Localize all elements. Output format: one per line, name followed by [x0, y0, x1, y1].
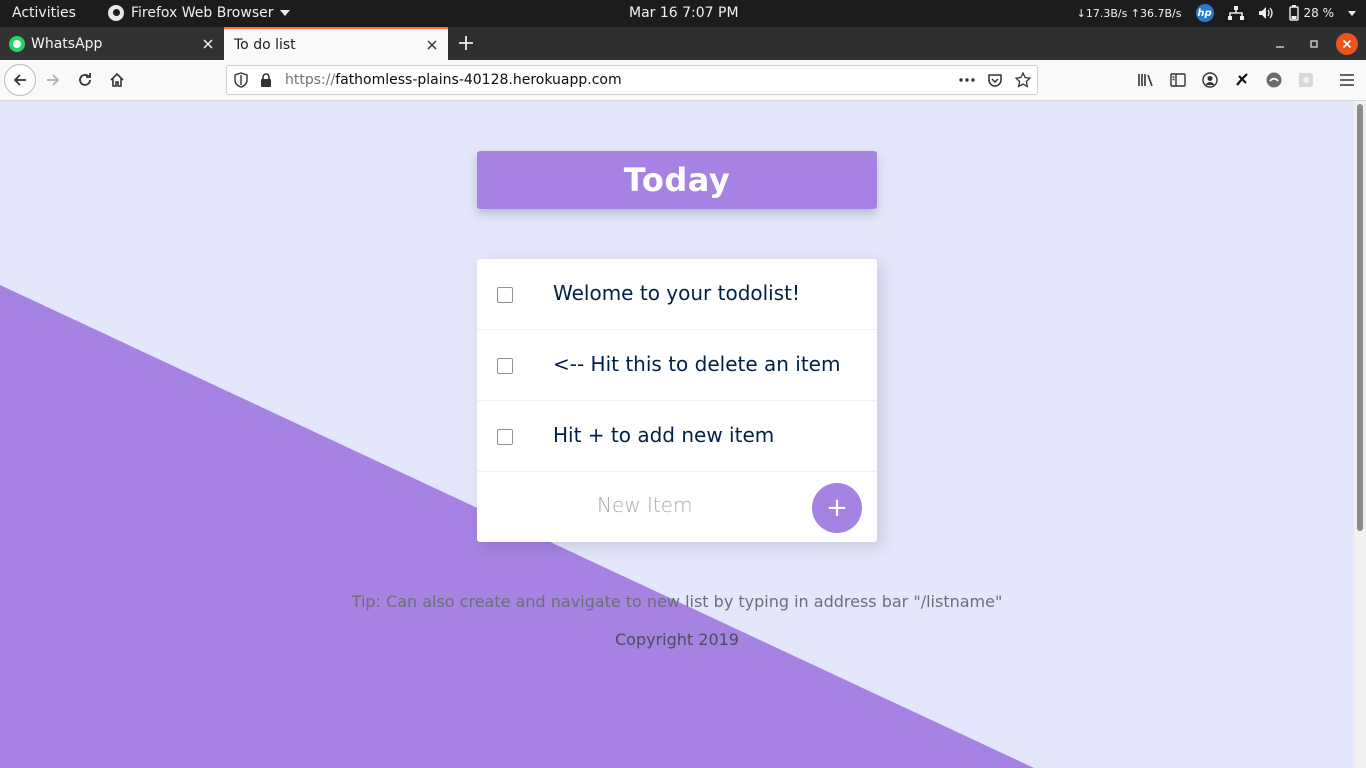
home-icon: [110, 72, 124, 87]
close-tab-icon[interactable]: [420, 33, 444, 57]
network-speed: ↓17.3B/s ↑36.7B/s: [1076, 6, 1182, 20]
reload-icon: [79, 73, 91, 86]
extension-icon[interactable]: [1231, 69, 1253, 91]
page-scrollbar[interactable]: [1354, 101, 1366, 768]
list-item: Welome to your todolist!: [477, 259, 877, 330]
network-icon: [1227, 5, 1244, 21]
tip-text: Tip: Can also create and navigate to new…: [351, 592, 1003, 611]
volume-icon: [1258, 5, 1274, 21]
app-menu[interactable]: Firefox Web Browser: [108, 5, 290, 21]
address-bar[interactable]: https://fathomless-plains-40128.herokuap…: [226, 65, 1038, 95]
battery-indicator: 28 %: [1288, 5, 1335, 21]
tracking-shield-icon[interactable]: [230, 69, 252, 91]
item-text: Hit + to add new item: [553, 423, 775, 447]
hamburger-menu-icon[interactable]: [1336, 69, 1358, 91]
battery-icon: [1288, 5, 1299, 21]
sidebar-icon[interactable]: [1167, 69, 1189, 91]
minimize-button[interactable]: [1268, 27, 1292, 60]
page-actions-icon[interactable]: [953, 69, 981, 91]
restore-button[interactable]: [1302, 27, 1326, 60]
list-item: <-- Hit this to delete an item: [477, 330, 877, 401]
item-text: <-- Hit this to delete an item: [553, 352, 841, 376]
chevron-down-icon: [1348, 10, 1356, 16]
list-item: Hit + to add new item: [477, 401, 877, 472]
forward-arrow-icon: [47, 74, 60, 86]
status-area[interactable]: ↓17.3B/s ↑36.7B/s hp 28 %: [1077, 4, 1356, 22]
back-button[interactable]: [4, 64, 36, 96]
battery-percent: 28 %: [1303, 6, 1335, 20]
todo-list: Welome to your todolist! <-- Hit this to…: [477, 259, 877, 542]
hp-icon[interactable]: hp: [1195, 4, 1214, 22]
lock-icon[interactable]: [255, 69, 277, 91]
new-tab-button[interactable]: [454, 31, 478, 55]
app-menu-label: Firefox Web Browser: [131, 5, 274, 21]
extension-circle-icon[interactable]: [1263, 69, 1285, 91]
delete-checkbox[interactable]: [497, 287, 513, 303]
tab-strip: WhatsApp To do list: [0, 27, 1366, 60]
activities-button[interactable]: Activities: [12, 5, 76, 21]
back-arrow-icon: [13, 74, 26, 86]
extension-grid-icon[interactable]: [1295, 69, 1317, 91]
home-button[interactable]: [102, 65, 132, 95]
clock[interactable]: Mar 16 7:07 PM: [629, 5, 739, 21]
firefox-icon: [108, 5, 124, 21]
tab-title: To do list: [234, 36, 296, 53]
scrollbar-thumb[interactable]: [1357, 104, 1363, 531]
add-item-button[interactable]: +: [812, 483, 862, 533]
url-text[interactable]: https://fathomless-plains-40128.herokuap…: [285, 72, 953, 88]
close-tab-icon[interactable]: [196, 32, 220, 56]
copyright-text: Copyright 2019: [615, 630, 739, 649]
delete-checkbox[interactable]: [497, 358, 513, 374]
list-heading: Today: [477, 151, 877, 209]
bookmark-star-icon[interactable]: [1009, 69, 1037, 91]
tab-to-do-list[interactable]: To do list: [224, 27, 448, 60]
chevron-down-icon: [279, 10, 290, 16]
new-item-input[interactable]: New Item: [597, 493, 717, 517]
library-icon[interactable]: [1135, 69, 1157, 91]
system-top-bar: Activities Firefox Web Browser Mar 16 7:…: [0, 0, 1366, 27]
pocket-icon[interactable]: [981, 69, 1009, 91]
web-page: Today Welome to your todolist! <-- Hit t…: [0, 101, 1354, 768]
close-window-button[interactable]: [1336, 33, 1358, 55]
account-icon[interactable]: [1199, 69, 1221, 91]
whatsapp-icon: [9, 35, 25, 52]
tab-whatsapp[interactable]: WhatsApp: [0, 27, 224, 60]
forward-button[interactable]: [38, 65, 68, 95]
tab-title: WhatsApp: [31, 35, 103, 52]
reload-button[interactable]: [70, 65, 100, 95]
delete-checkbox[interactable]: [497, 429, 513, 445]
navigation-toolbar: https://fathomless-plains-40128.herokuap…: [0, 60, 1366, 101]
new-item-form: New Item +: [477, 472, 877, 542]
list-title: Today: [623, 161, 731, 199]
item-text: Welome to your todolist!: [553, 281, 801, 305]
